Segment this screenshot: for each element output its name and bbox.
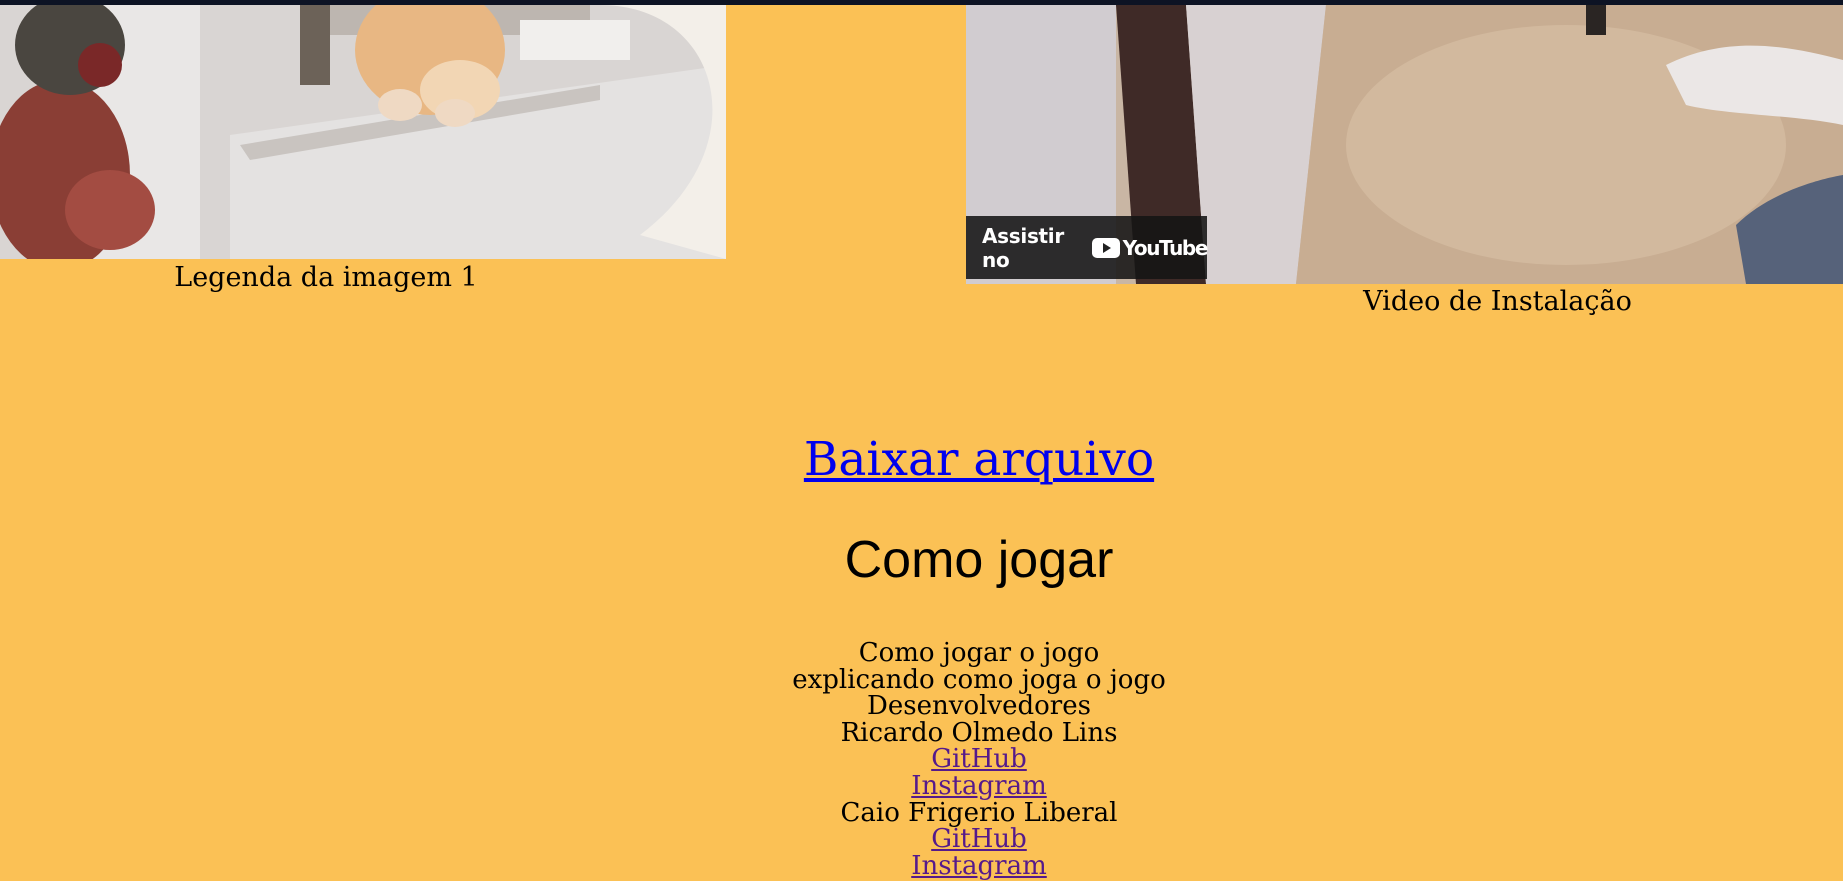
- developer-instagram-link[interactable]: Instagram: [911, 771, 1047, 801]
- youtube-play-icon: [1091, 237, 1120, 258]
- how-to-play-subtitle: Como jogar o jogo: [858, 638, 1100, 668]
- developer-instagram-link[interactable]: Instagram: [911, 851, 1047, 881]
- download-file-link[interactable]: Baixar arquivo: [804, 432, 1154, 487]
- image-1: [0, 5, 726, 259]
- cat-photo: [0, 5, 726, 259]
- how-to-play-title: Como jogar: [844, 531, 1114, 589]
- developer-github-link[interactable]: GitHub: [931, 824, 1027, 854]
- youtube-video-embed[interactable]: Assistir no YouTube: [966, 5, 1843, 284]
- developer-name: Caio Frigerio Liberal: [840, 797, 1118, 828]
- download-section: Baixar arquivo: [0, 432, 1843, 488]
- developer-github-link[interactable]: GitHub: [931, 744, 1027, 774]
- watch-on-label: Assistir no: [982, 223, 1064, 272]
- how-to-play-description: explicando como joga o jogo: [792, 664, 1166, 695]
- developer-name: Ricardo Olmedo Lins: [840, 717, 1118, 748]
- video-caption: Video de Instalação: [1363, 286, 1632, 317]
- youtube-wordmark: YouTube: [1122, 235, 1209, 260]
- watch-on-youtube-button[interactable]: Assistir no YouTube: [966, 216, 1209, 279]
- info-section: Como jogar o jogo explicando como joga o…: [0, 640, 1843, 879]
- image-1-caption: Legenda da imagem 1: [174, 262, 478, 293]
- developers-heading: Desenvolvedores: [867, 691, 1091, 722]
- youtube-logo: YouTube: [1091, 235, 1209, 260]
